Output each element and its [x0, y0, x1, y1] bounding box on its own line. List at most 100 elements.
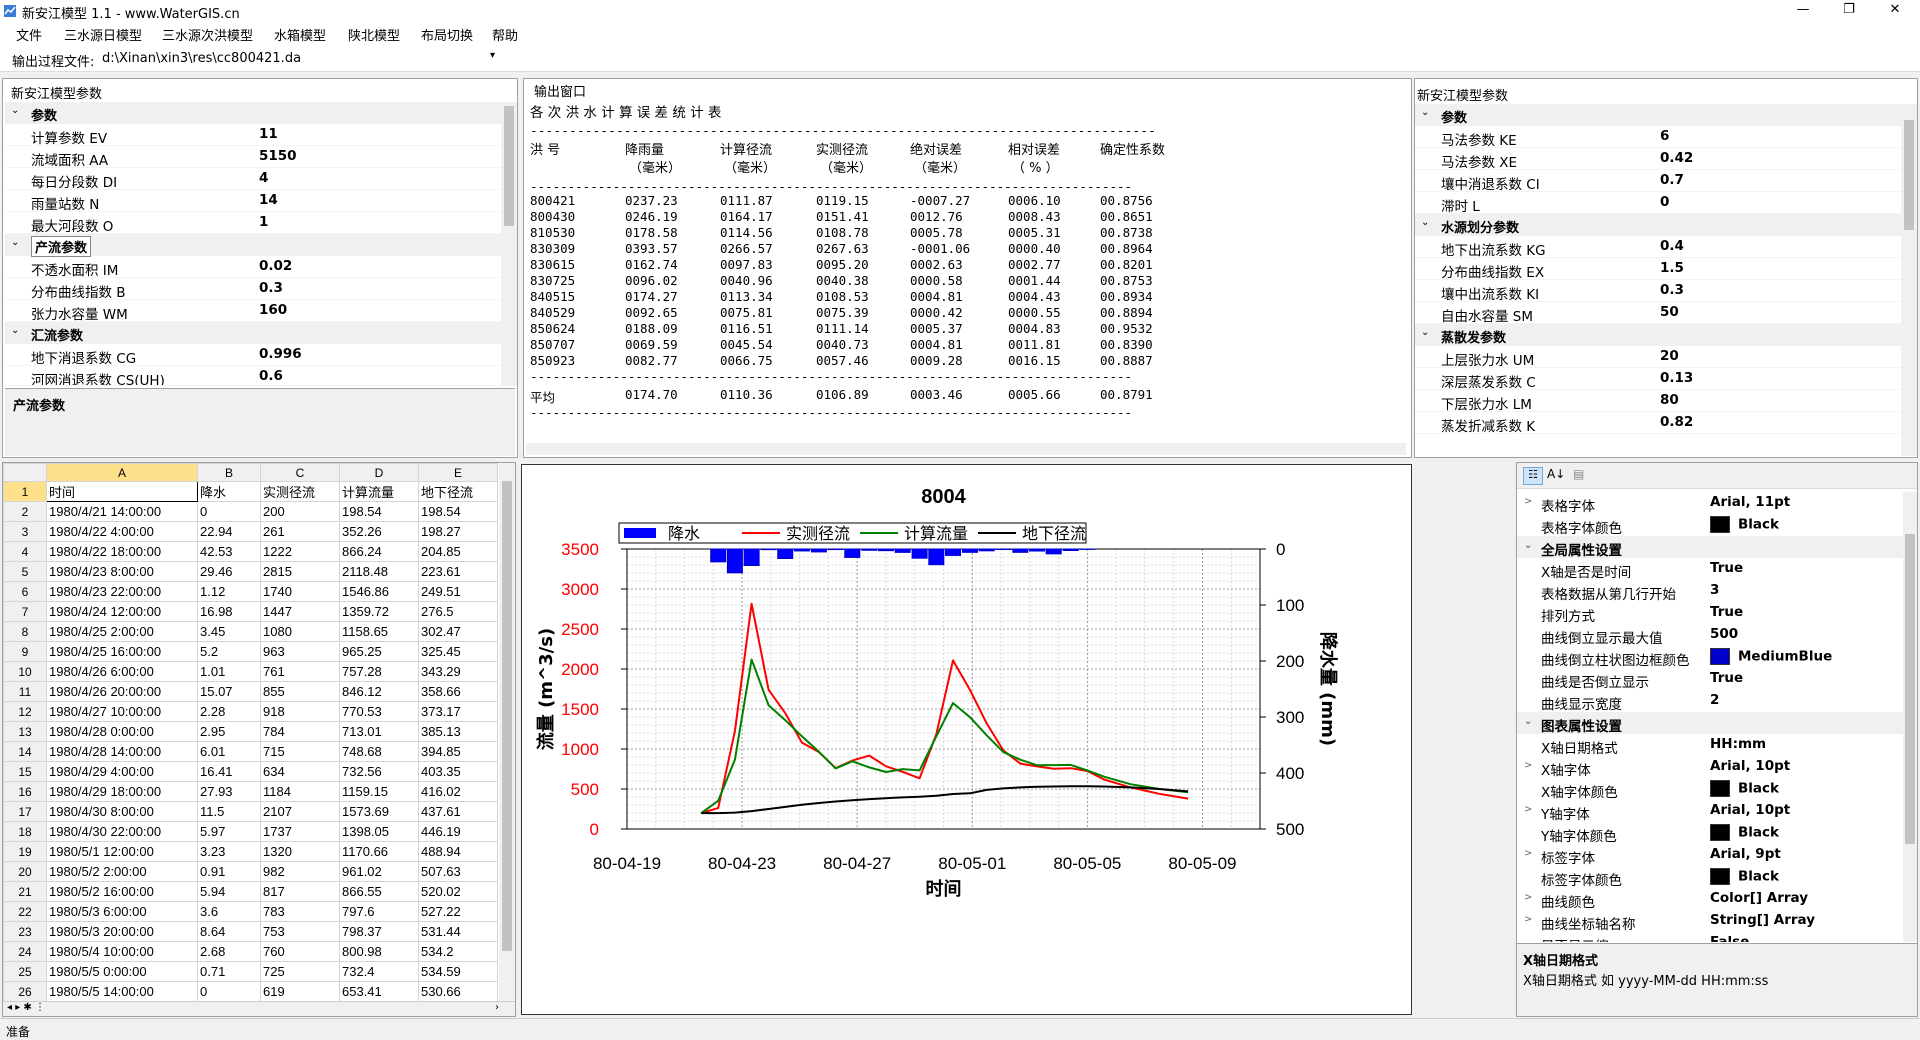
- left-params-scrollbar[interactable]: [501, 102, 517, 386]
- table-cell[interactable]: 446.19: [418, 821, 498, 842]
- collapse-icon[interactable]: ⌄: [11, 237, 19, 248]
- propgrid-value[interactable]: 3: [1710, 582, 1719, 598]
- table-cell[interactable]: 0.71: [197, 961, 261, 982]
- expand-icon[interactable]: >: [1524, 496, 1532, 507]
- row-header[interactable]: 25: [3, 961, 47, 982]
- expand-icon[interactable]: >: [1524, 892, 1532, 903]
- row-header[interactable]: 13: [3, 721, 47, 742]
- param-row[interactable]: 最大河段数 O1: [5, 212, 503, 235]
- table-cell[interactable]: 计算流量: [339, 481, 419, 502]
- table-cell[interactable]: 1.12: [197, 581, 261, 602]
- right-params-scrollbar[interactable]: [1901, 104, 1917, 456]
- propgrid-row[interactable]: 排列方式 True: [1517, 602, 1903, 625]
- column-header[interactable]: E: [418, 463, 498, 482]
- row-header[interactable]: 5: [3, 561, 47, 582]
- table-cell[interactable]: 1980/4/24 12:00:00: [46, 601, 198, 622]
- column-header[interactable]: A: [46, 463, 198, 482]
- table-cell[interactable]: 1159.15: [339, 781, 419, 802]
- table-cell[interactable]: 1737: [260, 821, 340, 842]
- propgrid-value[interactable]: Arial, 10pt: [1710, 758, 1790, 774]
- row-header[interactable]: 17: [3, 801, 47, 822]
- propgrid-row[interactable]: 曲线是否倒立显示 True: [1517, 668, 1903, 691]
- table-cell[interactable]: 时间: [46, 481, 198, 502]
- propgrid-row[interactable]: 表格数据从第几行开始 3: [1517, 580, 1903, 603]
- param-row[interactable]: 计算参数 EV 11: [5, 124, 503, 147]
- table-cell[interactable]: 394.85: [418, 741, 498, 762]
- table-cell[interactable]: 1740: [260, 581, 340, 602]
- dropdown-arrow-icon[interactable]: ▾: [490, 50, 495, 61]
- param-row[interactable]: 马法参数 KE 6: [1415, 126, 1901, 149]
- table-cell[interactable]: 1980/4/25 16:00:00: [46, 641, 198, 662]
- param-row[interactable]: 地下消退系数 CG 0.996: [5, 344, 503, 367]
- param-row[interactable]: 壤中出流系数 KI 0.3: [1415, 280, 1901, 303]
- table-cell[interactable]: 5.2: [197, 641, 261, 662]
- param-row[interactable]: 分布曲线指数 B 0.3: [5, 278, 503, 301]
- propgrid-value[interactable]: Color[] Array: [1710, 890, 1808, 906]
- table-cell[interactable]: 713.01: [339, 721, 419, 742]
- table-cell[interactable]: 1184: [260, 781, 340, 802]
- table-cell[interactable]: 2.28: [197, 701, 261, 722]
- table-cell[interactable]: 29.46: [197, 561, 261, 582]
- scroll-thumb[interactable]: [1904, 120, 1914, 230]
- collapse-icon[interactable]: ⌄: [11, 105, 19, 116]
- table-cell[interactable]: 实测径流: [260, 481, 340, 502]
- propgrid-row[interactable]: 曲线倒立柱状图边框颜色 MediumBlue: [1517, 646, 1903, 669]
- row-header[interactable]: 3: [3, 521, 47, 542]
- table-cell[interactable]: 1158.65: [339, 621, 419, 642]
- param-row[interactable]: 深层蒸发系数 C 0.13: [1415, 368, 1901, 391]
- scroll-thumb[interactable]: [1905, 534, 1915, 844]
- collapse-icon[interactable]: ⌄: [1524, 716, 1532, 727]
- table-cell[interactable]: 204.85: [418, 541, 498, 562]
- table-cell[interactable]: 0: [197, 981, 261, 1002]
- maximize-button[interactable]: ❐: [1826, 0, 1872, 22]
- corner-cell[interactable]: [3, 463, 47, 482]
- table-cell[interactable]: 982: [260, 861, 340, 882]
- table-cell[interactable]: 200: [260, 501, 340, 522]
- table-cell[interactable]: 1980/4/29 4:00:00: [46, 761, 198, 782]
- table-cell[interactable]: 1980/4/23 8:00:00: [46, 561, 198, 582]
- row-header[interactable]: 1: [3, 481, 47, 502]
- table-cell[interactable]: 1398.05: [339, 821, 419, 842]
- table-cell[interactable]: 797.6: [339, 901, 419, 922]
- table-cell[interactable]: 1980/4/22 18:00:00: [46, 541, 198, 562]
- table-cell[interactable]: 2.95: [197, 721, 261, 742]
- table-cell[interactable]: 352.26: [339, 521, 419, 542]
- table-cell[interactable]: 373.17: [418, 701, 498, 722]
- propgrid-row[interactable]: > 曲线颜色 Color[] Array: [1517, 888, 1903, 911]
- table-cell[interactable]: 3.23: [197, 841, 261, 862]
- property-pages-icon[interactable]: ▤: [1573, 467, 1584, 481]
- table-cell[interactable]: 653.41: [339, 981, 419, 1002]
- table-cell[interactable]: 5.94: [197, 881, 261, 902]
- table-cell[interactable]: 1980/5/2 16:00:00: [46, 881, 198, 902]
- table-cell[interactable]: 1546.86: [339, 581, 419, 602]
- column-header[interactable]: D: [339, 463, 419, 482]
- table-cell[interactable]: 1980/5/3 6:00:00: [46, 901, 198, 922]
- row-header[interactable]: 8: [3, 621, 47, 642]
- table-cell[interactable]: 2118.48: [339, 561, 419, 582]
- table-cell[interactable]: 1980/4/26 20:00:00: [46, 681, 198, 702]
- close-button[interactable]: ✕: [1872, 0, 1918, 22]
- menu-daily-model[interactable]: 三水源日模型: [64, 25, 142, 44]
- table-cell[interactable]: 770.53: [339, 701, 419, 722]
- propgrid-category[interactable]: ⌄ 全局属性设置: [1517, 536, 1903, 559]
- sheet-vscrollbar[interactable]: [499, 463, 515, 1001]
- table-cell[interactable]: 1980/5/2 2:00:00: [46, 861, 198, 882]
- propgrid-row[interactable]: 标签字体颜色 Black: [1517, 866, 1903, 889]
- table-cell[interactable]: 918: [260, 701, 340, 722]
- row-header[interactable]: 21: [3, 881, 47, 902]
- param-row[interactable]: 上层张力水 UM 20: [1415, 346, 1901, 369]
- table-cell[interactable]: 732.4: [339, 961, 419, 982]
- table-cell[interactable]: 534.59: [418, 961, 498, 982]
- table-cell[interactable]: 198.54: [418, 501, 498, 522]
- propgrid-row[interactable]: 是否显示缩...False: [1517, 932, 1903, 942]
- param-row[interactable]: 不透水面积 IM 0.02: [5, 256, 503, 279]
- table-cell[interactable]: 1080: [260, 621, 340, 642]
- param-row[interactable]: 流域面积 AA 5150: [5, 146, 503, 169]
- propgrid-row[interactable]: X轴日期格式 HH:mm: [1517, 734, 1903, 757]
- propgrid-row[interactable]: 表格字体颜色 Black: [1517, 514, 1903, 537]
- param-row[interactable]: 蒸发折减系数 K 0.82: [1415, 412, 1901, 435]
- row-header[interactable]: 18: [3, 821, 47, 842]
- sheet-tabs-bar[interactable]: ◂ ▸ ✱ ⋮ ›: [3, 1001, 515, 1016]
- propgrid-row[interactable]: > Y轴字体 Arial, 10pt: [1517, 800, 1903, 823]
- row-header[interactable]: 6: [3, 581, 47, 602]
